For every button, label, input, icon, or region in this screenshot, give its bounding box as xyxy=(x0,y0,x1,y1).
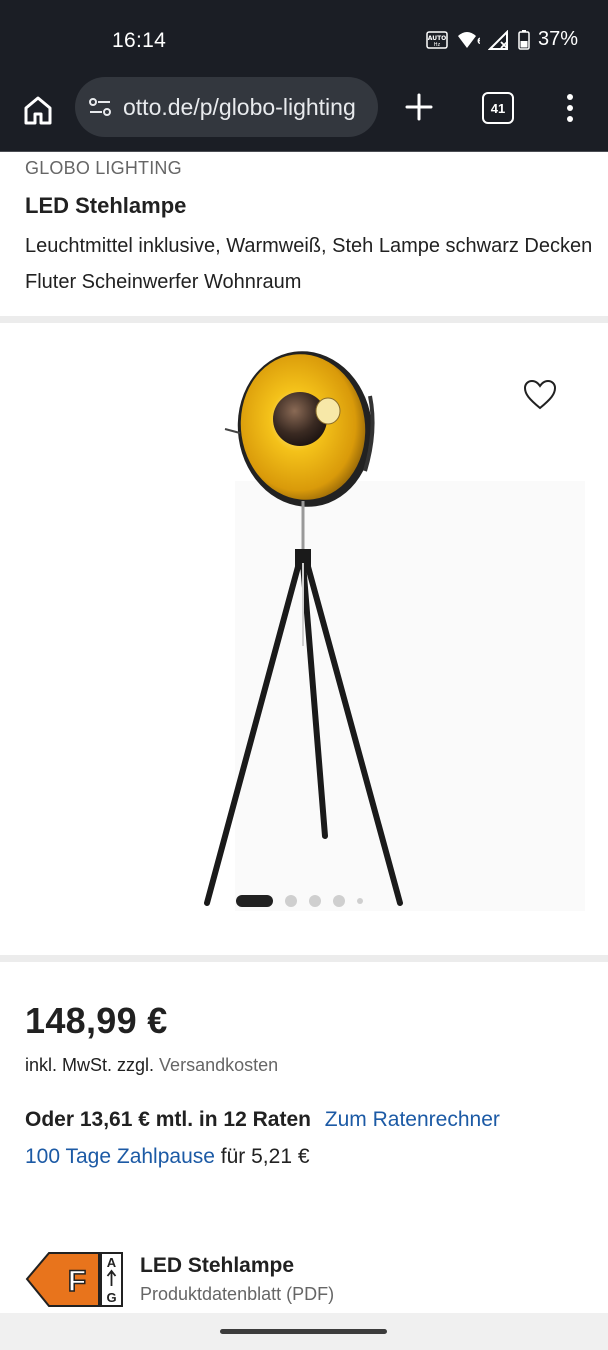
section-divider xyxy=(0,955,608,962)
auto-hz-icon: AUTO Hz xyxy=(426,30,448,49)
payment-pause-link[interactable]: 100 Tage Zahlpause xyxy=(25,1145,215,1168)
home-icon[interactable] xyxy=(20,92,56,128)
svg-text:Hz: Hz xyxy=(434,42,441,48)
energy-label-title: LED Stehlampe xyxy=(140,1254,295,1277)
pagination-dot[interactable] xyxy=(236,895,273,907)
status-icons: AUTOHz 6 37% xyxy=(426,28,578,51)
energy-class: F xyxy=(68,1265,86,1298)
installment-calculator-link[interactable]: Zum Ratenrechner xyxy=(325,1108,500,1131)
heart-outline-icon[interactable] xyxy=(523,379,557,411)
energy-scale-bottom: G xyxy=(106,1290,116,1305)
section-divider xyxy=(0,316,608,323)
system-nav-bar xyxy=(0,1313,608,1350)
tab-count: 41 xyxy=(490,100,506,116)
product-image[interactable] xyxy=(195,341,595,916)
gallery-pagination[interactable] xyxy=(236,895,363,907)
url-text[interactable]: otto.de/p/globo-lighting xyxy=(123,94,356,121)
shipping-link[interactable]: Versandkosten xyxy=(159,1055,278,1075)
pagination-dot[interactable] xyxy=(309,895,321,907)
tabs-icon[interactable]: 41 xyxy=(482,92,514,124)
payment-pause-price: für 5,21 € xyxy=(220,1145,310,1168)
energy-scale-top: A xyxy=(107,1255,117,1270)
energy-label-badge[interactable]: F A G xyxy=(25,1250,125,1310)
pagination-dot[interactable] xyxy=(333,895,345,907)
site-settings-icon[interactable] xyxy=(87,94,113,120)
svg-text:AUTO: AUTO xyxy=(428,35,447,42)
more-vert-icon[interactable] xyxy=(560,92,580,124)
toolbar-divider xyxy=(0,151,608,152)
product-title: LED Stehlampe xyxy=(25,193,187,218)
product-subtitle: Leuchtmittel inklusive, Warmweiß, Steh L… xyxy=(25,235,593,293)
status-time: 16:14 xyxy=(112,29,167,52)
battery-percent: 37% xyxy=(537,28,578,50)
vat-info: inkl. MwSt. zzgl. Versandkosten xyxy=(25,1055,278,1076)
plus-icon[interactable] xyxy=(402,90,436,124)
payment-pause-info: 100 Tage Zahlpause für 5,21 € xyxy=(25,1145,310,1169)
installment-text: Oder 13,61 € mtl. in 12 Raten xyxy=(25,1108,311,1131)
product-brand[interactable]: GLOBO LIGHTING xyxy=(25,158,182,179)
svg-text:6: 6 xyxy=(477,37,480,47)
battery-icon xyxy=(518,29,530,50)
signal-icon xyxy=(487,29,510,50)
pagination-dot[interactable] xyxy=(357,898,363,904)
vat-text: inkl. MwSt. zzgl. xyxy=(25,1055,155,1075)
pagination-dot[interactable] xyxy=(285,895,297,907)
wifi-6-icon: 6 xyxy=(456,30,480,50)
status-bar: 16:14 AUTOHz 6 37% xyxy=(0,0,608,80)
product-datasheet-link[interactable]: Produktdatenblatt (PDF) xyxy=(140,1284,334,1305)
installment-info: Oder 13,61 € mtl. in 12 Raten Zum Ratenr… xyxy=(25,1108,500,1132)
product-gallery[interactable] xyxy=(0,323,608,955)
gesture-handle[interactable] xyxy=(220,1329,387,1334)
url-bar[interactable]: otto.de/p/globo-lighting xyxy=(75,77,378,137)
product-price: 148,99 € xyxy=(25,1000,168,1041)
browser-toolbar: otto.de/p/globo-lighting 41 xyxy=(0,77,608,152)
